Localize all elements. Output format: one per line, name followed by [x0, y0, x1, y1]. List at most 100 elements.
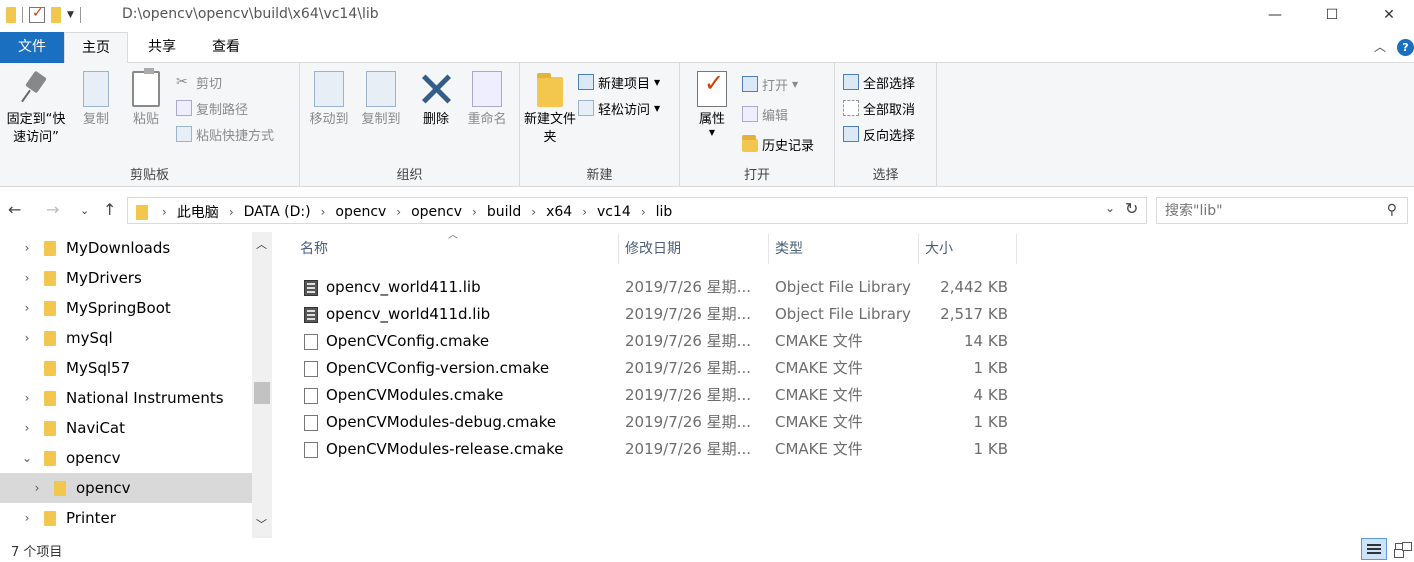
breadcrumb-item[interactable]: DATA (D:) [238, 204, 317, 220]
forward-arrow-icon[interactable]: → [46, 200, 59, 219]
chevron-right-icon[interactable]: › [20, 421, 34, 435]
new-item-button[interactable]: 新建项目 ▼ [578, 71, 660, 93]
paste-shortcut-button[interactable]: 粘贴快捷方式 [176, 123, 274, 145]
help-icon[interactable]: ? [1397, 39, 1414, 56]
scroll-up-icon[interactable]: ︿ [256, 236, 267, 252]
invert-selection-button[interactable]: 反向选择 [843, 123, 915, 145]
open-button[interactable]: 打开 ▼ [742, 73, 798, 95]
file-date: 2019/7/26 星期... [625, 386, 751, 404]
file-row[interactable]: OpenCVModules-release.cmake 2019/7/26 星期… [296, 436, 1016, 463]
chevron-right-icon[interactable]: › [20, 391, 34, 405]
nav-item[interactable]: › mySql [0, 323, 252, 353]
tab-share[interactable]: 共享 [132, 32, 192, 63]
chevron-right-icon[interactable]: › [20, 331, 34, 345]
chevron-right-icon[interactable]: › [20, 511, 34, 525]
breadcrumb-item[interactable]: lib [650, 204, 679, 220]
file-row[interactable]: OpenCVConfig.cmake 2019/7/26 星期... CMAKE… [296, 328, 1016, 355]
chevron-right-icon[interactable]: › [20, 301, 34, 315]
chevron-right-icon[interactable]: › [527, 205, 540, 219]
file-row[interactable]: OpenCVModules-debug.cmake 2019/7/26 星期..… [296, 409, 1016, 436]
breadcrumb-item[interactable]: x64 [540, 204, 578, 220]
column-header-type[interactable]: 类型 [769, 234, 919, 264]
chevron-right-icon[interactable]: › [20, 271, 34, 285]
rename-button[interactable]: 重命名 [460, 71, 514, 129]
file-row[interactable]: opencv_world411d.lib 2019/7/26 星期... Obj… [296, 301, 1016, 328]
delete-icon [419, 71, 453, 107]
copy-path-button[interactable]: 复制路径 [176, 97, 248, 119]
breadcrumb-item[interactable]: 此电脑 [171, 202, 225, 222]
breadcrumb-item[interactable]: build [481, 204, 527, 220]
address-dropdown-icon[interactable]: ⌄ [1105, 201, 1115, 215]
chevron-right-icon[interactable]: › [20, 241, 34, 255]
chevron-right-icon[interactable]: › [317, 205, 330, 219]
chevron-down-icon[interactable]: ⌄ [20, 451, 34, 465]
refresh-icon[interactable]: ↻ [1125, 199, 1138, 218]
nav-item[interactable]: › Printer [0, 503, 252, 533]
history-button[interactable]: 历史记录 [742, 133, 814, 155]
file-date: 2019/7/26 星期... [625, 332, 751, 350]
select-all-button[interactable]: 全部选择 [843, 71, 915, 93]
properties-button[interactable]: 属性 ▼ [688, 71, 736, 137]
move-to-button[interactable]: 移动到 [304, 71, 354, 129]
paste-button[interactable]: 粘贴 [126, 68, 166, 129]
chevron-right-icon[interactable]: › [225, 205, 238, 219]
chevron-down-icon: ▼ [654, 103, 661, 113]
file-row[interactable]: opencv_world411.lib 2019/7/26 星期... Obje… [296, 274, 1016, 301]
properties-quick-icon[interactable] [29, 5, 45, 23]
quick-access-dropdown-icon[interactable]: ▼ [67, 10, 74, 20]
tab-view[interactable]: 查看 [196, 32, 256, 63]
copy-to-button[interactable]: 复制到 [356, 71, 406, 129]
scroll-thumb[interactable] [254, 382, 270, 404]
nav-item[interactable]: › MyDownloads [0, 233, 252, 263]
chevron-right-icon[interactable]: › [578, 205, 591, 219]
large-icons-view-icon[interactable] [1391, 538, 1413, 560]
nav-item-selected[interactable]: › opencv [0, 473, 252, 503]
close-button[interactable]: ✕ [1366, 0, 1412, 30]
edit-label: 编辑 [762, 108, 789, 124]
tab-home[interactable]: 主页 [64, 32, 128, 64]
address-bar[interactable]: › 此电脑 › DATA (D:) › opencv › opencv › bu… [127, 197, 1147, 224]
search-input[interactable] [1165, 202, 1365, 220]
minimize-button[interactable]: — [1252, 0, 1298, 30]
nav-scrollbar[interactable]: ︿ ﹀ [252, 232, 272, 538]
cut-button[interactable]: ✂ 剪切 [176, 71, 222, 93]
maximize-button[interactable]: ☐ [1309, 0, 1355, 30]
tab-file[interactable]: 文件 [0, 32, 64, 63]
search-box[interactable]: ⚲ [1156, 197, 1408, 224]
collapse-ribbon-icon[interactable]: ︿ [1374, 38, 1386, 55]
nav-item[interactable]: › MyDrivers [0, 263, 252, 293]
back-arrow-icon[interactable]: ← [8, 200, 21, 219]
nav-item[interactable]: › National Instruments [0, 383, 252, 413]
column-header-date[interactable]: 修改日期 [619, 234, 769, 264]
search-icon[interactable]: ⚲ [1387, 202, 1397, 218]
chevron-right-icon[interactable]: › [637, 205, 650, 219]
breadcrumb-item[interactable]: opencv [329, 204, 392, 220]
file-row[interactable]: OpenCVModules.cmake 2019/7/26 星期... CMAK… [296, 382, 1016, 409]
delete-button[interactable]: 删除 [414, 71, 458, 129]
select-none-button[interactable]: 全部取消 [843, 97, 915, 119]
column-header-name[interactable]: 名称 [294, 234, 619, 264]
breadcrumb-item[interactable]: opencv [405, 204, 468, 220]
up-arrow-icon[interactable]: ↑ [103, 200, 116, 219]
chevron-right-icon[interactable]: › [468, 205, 481, 219]
easy-access-button[interactable]: 轻松访问 ▼ [578, 97, 660, 119]
breadcrumb-item[interactable]: vc14 [591, 204, 637, 220]
nav-item[interactable]: › NaviCat [0, 413, 252, 443]
chevron-right-icon[interactable]: › [158, 205, 171, 219]
nav-item[interactable]: ⌄ opencv [0, 443, 252, 473]
new-folder-button[interactable]: 新建文件夹 [524, 71, 576, 147]
details-view-icon[interactable] [1361, 538, 1387, 560]
nav-item-label: opencv [66, 449, 121, 467]
nav-item[interactable]: MySql57 [0, 353, 252, 383]
nav-item[interactable]: › MySpringBoot [0, 293, 252, 323]
file-row[interactable]: OpenCVConfig-version.cmake 2019/7/26 星期.… [296, 355, 1016, 382]
recent-locations-icon[interactable]: ⌄ [80, 204, 89, 217]
chevron-right-icon[interactable]: › [30, 481, 44, 495]
scroll-down-icon[interactable]: ﹀ [256, 516, 267, 532]
chevron-right-icon[interactable]: › [392, 205, 405, 219]
column-header-size[interactable]: 大小 [919, 234, 1017, 264]
pin-quick-access-button[interactable]: 固定到“快速访问” [2, 71, 70, 147]
new-folder-quick-icon[interactable] [51, 7, 61, 23]
copy-button[interactable]: 复制 [76, 71, 116, 129]
edit-button[interactable]: 编辑 [742, 103, 788, 125]
